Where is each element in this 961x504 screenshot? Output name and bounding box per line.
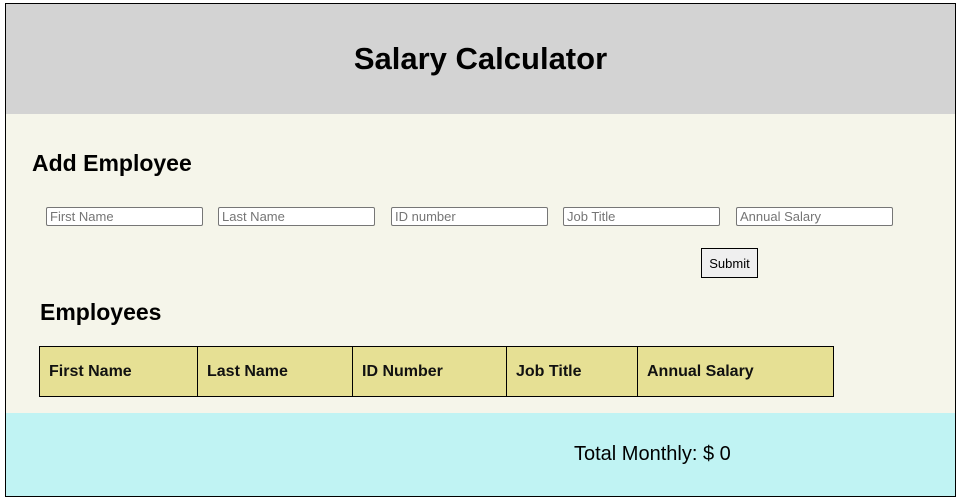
- first-name-input[interactable]: [46, 207, 203, 226]
- employees-table: First Name Last Name ID Number Job Title…: [39, 346, 834, 397]
- add-employee-heading: Add Employee: [32, 150, 192, 176]
- id-number-input[interactable]: [391, 207, 548, 226]
- app-container: Salary Calculator Add Employee Submit Em…: [5, 3, 956, 497]
- job-title-input[interactable]: [563, 207, 720, 226]
- page-header: Salary Calculator: [6, 4, 955, 114]
- last-name-input[interactable]: [218, 207, 375, 226]
- total-monthly: Total Monthly: $ 0: [574, 443, 731, 465]
- page-footer: Total Monthly: $ 0: [6, 413, 955, 496]
- employees-heading: Employees: [40, 299, 162, 325]
- column-header-job-title: Job Title: [506, 346, 638, 397]
- column-header-id-number: ID Number: [352, 346, 507, 397]
- page-title: Salary Calculator: [353, 41, 608, 76]
- table-header-row: First Name Last Name ID Number Job Title…: [39, 346, 834, 397]
- column-header-annual-salary: Annual Salary: [637, 346, 834, 397]
- column-header-last-name: Last Name: [197, 346, 353, 397]
- submit-button[interactable]: Submit: [701, 248, 758, 278]
- column-header-first-name: First Name: [39, 346, 198, 397]
- annual-salary-input[interactable]: [736, 207, 893, 226]
